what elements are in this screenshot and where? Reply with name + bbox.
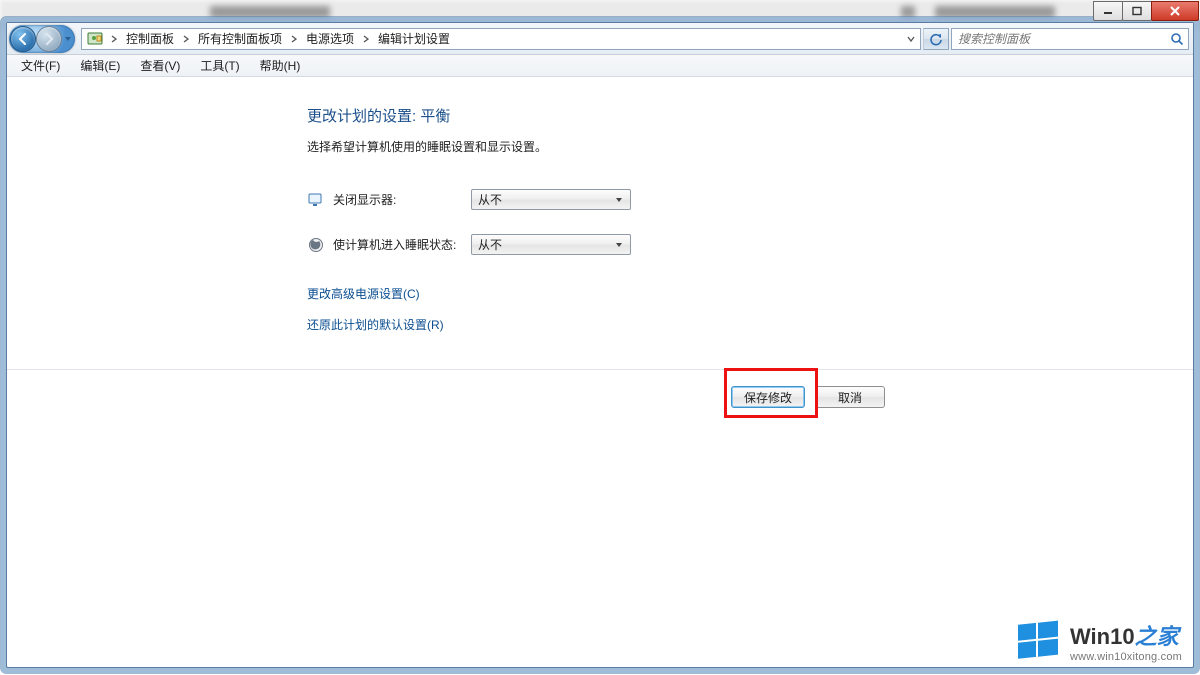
breadcrumb-item-all-items[interactable]: 所有控制面板项 (192, 29, 288, 49)
breadcrumb-item-edit-plan[interactable]: 编辑计划设置 (372, 29, 456, 49)
search-icon[interactable] (1166, 32, 1188, 46)
cancel-button[interactable]: 取消 (815, 386, 885, 408)
watermark-url: www.win10xitong.com (1070, 651, 1182, 663)
breadcrumb-item-power-options[interactable]: 电源选项 (300, 29, 360, 49)
control-panel-window: 控制面板 所有控制面板项 电源选项 编辑计划设置 文 (6, 22, 1194, 668)
link-advanced-settings[interactable]: 更改高级电源设置(C) (307, 285, 1193, 302)
nav-back-forward-group (9, 25, 75, 53)
window-close-button[interactable] (1151, 1, 1199, 21)
watermark: Win10之家 www.win10xitong.com (1016, 619, 1182, 663)
menu-bar: 文件(F) 编辑(E) 查看(V) 工具(T) 帮助(H) (7, 55, 1193, 77)
chevron-right-icon[interactable] (288, 35, 300, 43)
control-panel-icon (86, 30, 104, 48)
content-area: 更改计划的设置: 平衡 选择希望计算机使用的睡眠设置和显示设置。 关闭显示器: … (7, 77, 1193, 667)
page-heading: 更改计划的设置: 平衡 (307, 105, 1193, 126)
page-subtext: 选择希望计算机使用的睡眠设置和显示设置。 (307, 138, 1193, 155)
display-off-value: 从不 (478, 191, 612, 208)
save-button[interactable]: 保存修改 (731, 386, 805, 408)
monitor-icon (307, 191, 325, 209)
windows-logo-icon (1016, 619, 1060, 663)
menu-tools[interactable]: 工具(T) (190, 55, 249, 76)
links-group: 更改高级电源设置(C) 还原此计划的默认设置(R) (307, 285, 1193, 333)
sleep-value: 从不 (478, 236, 612, 253)
address-dropdown[interactable] (902, 29, 920, 49)
nav-forward-button[interactable] (36, 26, 62, 52)
menu-edit[interactable]: 编辑(E) (70, 55, 130, 76)
setting-row-display-off: 关闭显示器: 从不 (307, 189, 1193, 210)
window-minimize-button[interactable] (1093, 1, 1123, 21)
search-input[interactable] (952, 32, 1166, 46)
watermark-brand-pre: Win10 (1070, 624, 1135, 649)
chevron-right-icon[interactable] (108, 35, 120, 43)
breadcrumb-item-control-panel[interactable]: 控制面板 (120, 29, 180, 49)
refresh-button[interactable] (923, 28, 949, 50)
link-restore-defaults[interactable]: 还原此计划的默认设置(R) (307, 316, 1193, 333)
nav-back-button[interactable] (10, 26, 36, 52)
window-caption-buttons (1094, 1, 1199, 21)
nav-history-dropdown[interactable] (62, 26, 74, 52)
address-bar[interactable]: 控制面板 所有控制面板项 电源选项 编辑计划设置 (81, 28, 921, 50)
setting-row-sleep: 使计算机进入睡眠状态: 从不 (307, 234, 1193, 255)
display-off-combo[interactable]: 从不 (471, 189, 631, 210)
chevron-down-icon (612, 196, 626, 204)
display-off-label: 关闭显示器: (333, 191, 471, 208)
search-box[interactable] (951, 28, 1189, 50)
sleep-combo[interactable]: 从不 (471, 234, 631, 255)
chevron-right-icon[interactable] (360, 35, 372, 43)
sleep-label: 使计算机进入睡眠状态: (333, 236, 471, 253)
footer-buttons: 保存修改 取消 (7, 370, 1193, 408)
menu-help[interactable]: 帮助(H) (250, 55, 311, 76)
menu-view[interactable]: 查看(V) (130, 55, 190, 76)
chevron-down-icon (612, 241, 626, 249)
moon-icon (307, 236, 325, 254)
chevron-right-icon[interactable] (180, 35, 192, 43)
menu-file[interactable]: 文件(F) (11, 55, 70, 76)
window-maximize-button[interactable] (1122, 1, 1152, 21)
watermark-brand-suf: 之家 (1135, 624, 1179, 649)
nav-bar: 控制面板 所有控制面板项 电源选项 编辑计划设置 (7, 23, 1193, 55)
